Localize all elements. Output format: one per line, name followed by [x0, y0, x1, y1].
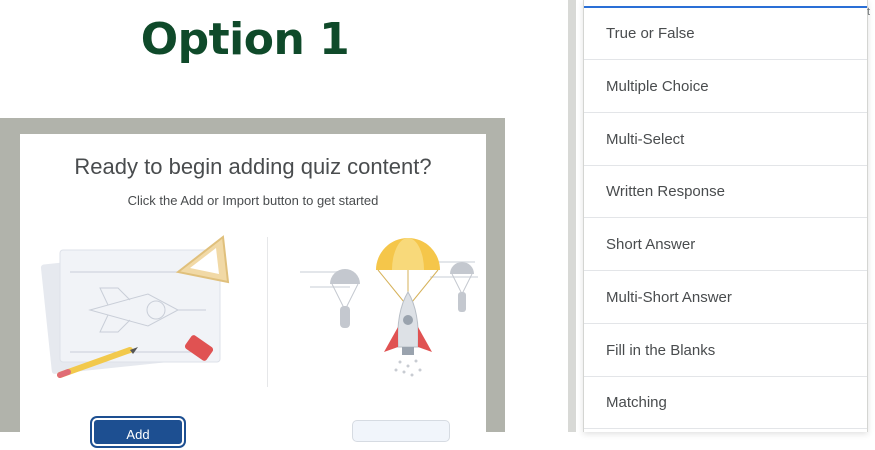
menu-item-fill-in-the-blanks[interactable]: Fill in the Blanks: [584, 325, 867, 377]
menu-item-label: Written Response: [606, 183, 725, 200]
empty-state-headline: Ready to begin adding quiz content?: [74, 154, 432, 179]
menu-item-multi-short-answer[interactable]: Multi-Short Answer: [584, 272, 867, 324]
menu-item-label: True or False: [606, 25, 695, 42]
add-button[interactable]: Add: [92, 418, 184, 446]
menu-item-label: Matching: [606, 394, 667, 411]
page-title: Option 1: [140, 14, 350, 65]
menu-item-short-answer[interactable]: Short Answer: [584, 219, 867, 271]
menu-item-multi-select[interactable]: Multi-Select: [584, 114, 867, 166]
import-button[interactable]: [352, 420, 450, 442]
blueprint-illustration: [40, 235, 230, 378]
menu-item-label: Multiple Choice: [606, 78, 709, 95]
question-type-menu: True or False Multiple Choice Multi-Sele…: [583, 0, 868, 432]
menu-item-label: Multi-Short Answer: [606, 289, 732, 306]
empty-state-subline: Click the Add or Import button to get st…: [127, 193, 379, 208]
menu-item-label: Short Answer: [606, 236, 696, 253]
menu-item-multiple-choice[interactable]: Multiple Choice: [584, 61, 867, 113]
menu-item-written-response[interactable]: Written Response: [584, 166, 867, 218]
menu-item-matching[interactable]: Matching: [584, 377, 867, 429]
menu-item-label: Fill in the Blanks: [606, 342, 716, 359]
rocket-parachute-illustration: [300, 238, 478, 377]
screenshot-gutter: [568, 0, 576, 432]
menu-item-true-or-false[interactable]: True or False: [584, 8, 867, 60]
edge-text-peek: t: [867, 6, 871, 18]
menu-item-label: Multi-Select: [606, 131, 685, 148]
panel-divider: [267, 237, 268, 387]
